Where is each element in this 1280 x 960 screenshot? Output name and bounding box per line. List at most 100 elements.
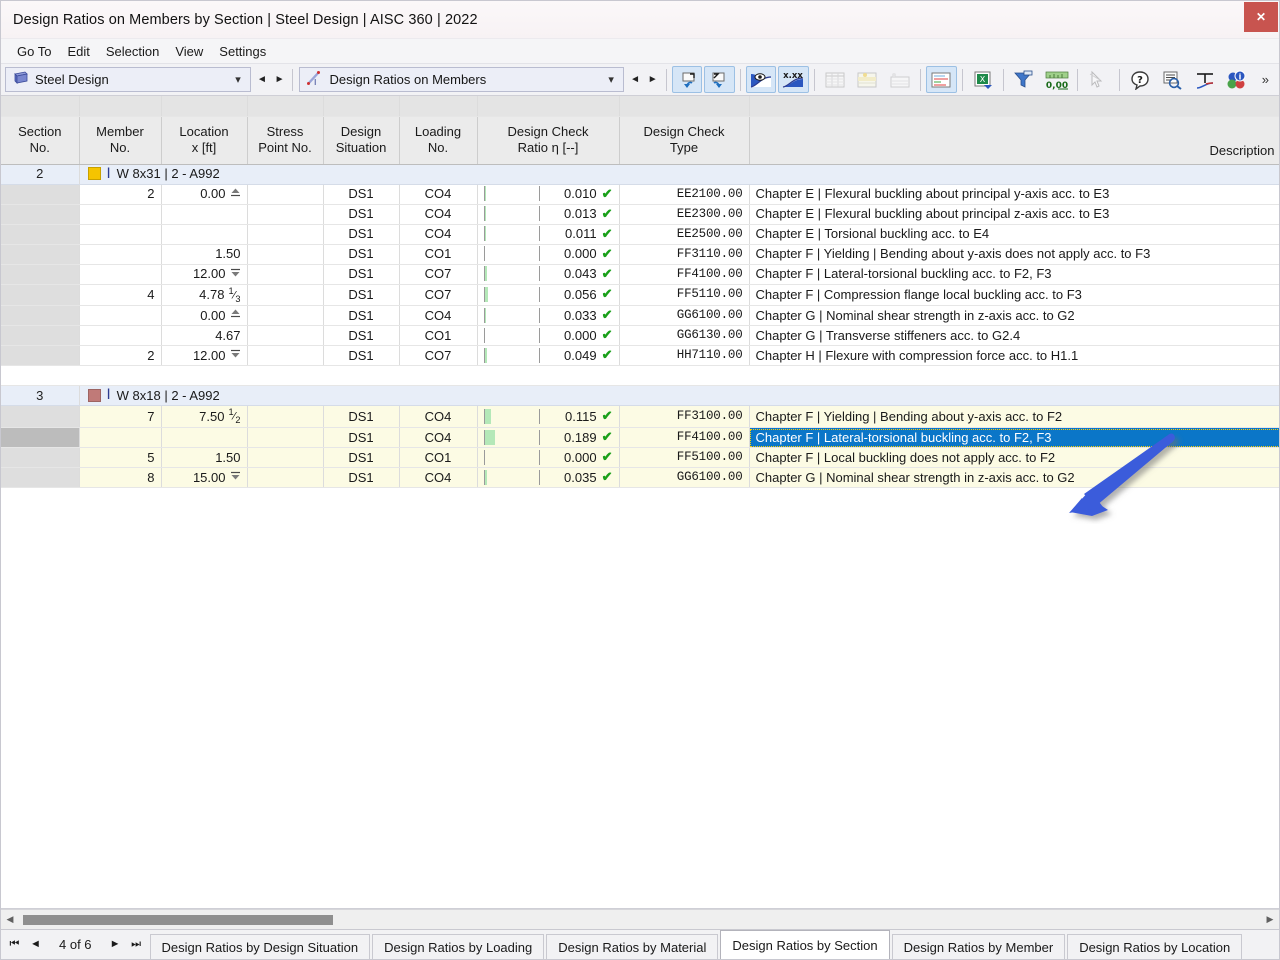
cell-loading-no[interactable]: CO4 [399, 467, 478, 489]
column-header-member_no[interactable]: Member No. [79, 116, 162, 165]
cell-stress-point-no[interactable] [247, 184, 324, 205]
column-header-check_type[interactable]: Design Check Type [619, 116, 750, 165]
table-row[interactable]: 0.00 DS1 CO4 0.033 ✔ GG6100.00 Chapter G | Nom… [1, 305, 1279, 327]
cell-stress-point-no[interactable] [247, 204, 324, 225]
cell-description[interactable]: Chapter F | Compression flange local buc… [749, 284, 1279, 307]
excel-export-icon[interactable]: X [968, 66, 999, 93]
cell-design-check-type[interactable]: GG6130.00 [619, 325, 750, 347]
cell-stress-point-no[interactable] [247, 264, 324, 285]
cell-description[interactable]: Chapter F | Lateral-torsional buckling a… [749, 427, 1279, 449]
close-button[interactable]: ✕ [1244, 2, 1278, 32]
row-gutter-cell[interactable] [1, 447, 80, 469]
cell-member-no[interactable] [79, 325, 162, 347]
column-header-location[interactable]: Location x [ft] [161, 116, 248, 165]
column-header-description[interactable]: Description [749, 116, 1279, 165]
decimal-places-icon[interactable]: 0,00 [1042, 66, 1073, 93]
table-row[interactable]: 4.67 DS1 CO1 0.000 ✔ GG6130.00 Chapter G | Tra… [1, 325, 1279, 347]
cell-description[interactable]: Chapter E | Torsional buckling acc. to E… [749, 224, 1279, 245]
cell-design-situation[interactable]: DS1 [323, 264, 400, 285]
table-row[interactable]: 1.50 DS1 CO1 0.000 ✔ FF3110.00 Chapter F | Yie… [1, 244, 1279, 265]
cell-design-situation[interactable]: DS1 [323, 284, 400, 307]
table-row[interactable]: 2 0.00 DS1 CO4 0.010 ✔ EE2100.00 Chapter E | Fl… [1, 184, 1279, 205]
cell-loading-no[interactable]: CO4 [399, 305, 478, 327]
table-filter-icon[interactable] [885, 66, 916, 93]
cell-stress-point-no[interactable] [247, 447, 324, 469]
table-row[interactable]: 7 7.50 1⁄2 DS1 CO4 0.115 ✔ FF3100.00 Chapter F |… [1, 405, 1279, 429]
menu-item-edit[interactable]: Edit [59, 42, 97, 61]
cell-loading-no[interactable]: CO1 [399, 325, 478, 347]
cell-description[interactable]: Chapter F | Local buckling does not appl… [749, 447, 1279, 469]
cell-design-situation[interactable]: DS1 [323, 204, 400, 225]
cell-loading-no[interactable]: CO1 [399, 244, 478, 265]
cell-design-ratio[interactable]: 0.035 ✔ [477, 467, 620, 489]
filter-funnel-icon[interactable] [1009, 66, 1040, 93]
cell-description[interactable]: Chapter F | Yielding | Bending about y-a… [749, 405, 1279, 429]
cell-description[interactable]: Chapter E | Flexural buckling about prin… [749, 184, 1279, 205]
cell-design-ratio[interactable]: 0.049 ✔ [477, 345, 620, 367]
chevron-down-icon-2[interactable]: ▾ [603, 73, 619, 86]
toolbar-overflow-button[interactable]: » [1254, 72, 1277, 87]
section-header-row[interactable]: 2 Ⅰ W 8x31 | 2 - A992 [1, 164, 1279, 185]
last-page-button[interactable]: ⏭ [127, 938, 146, 951]
cell-location[interactable]: 12.00 [161, 264, 248, 285]
cell-design-situation[interactable]: DS1 [323, 427, 400, 449]
cell-location[interactable]: 7.50 1⁄2 [161, 405, 248, 429]
cell-design-situation[interactable]: DS1 [323, 184, 400, 205]
scroll-left-arrow-icon[interactable]: ◀ [1, 914, 19, 925]
cell-design-ratio[interactable]: 0.000 ✔ [477, 447, 620, 469]
show-results-eye-icon[interactable] [745, 66, 777, 93]
module-prev-button[interactable]: ◄ [253, 67, 271, 92]
tab-design-ratios-by-design-situation[interactable]: Design Ratios by Design Situation [149, 934, 371, 959]
tab-design-ratios-by-member[interactable]: Design Ratios by Member [891, 934, 1066, 959]
cell-member-no[interactable] [79, 264, 162, 285]
cell-location[interactable] [161, 427, 248, 449]
find-magnifier-icon[interactable] [1157, 66, 1188, 93]
cell-stress-point-no[interactable] [247, 405, 324, 429]
row-gutter-cell[interactable] [1, 284, 80, 307]
cell-design-situation[interactable]: DS1 [323, 447, 400, 469]
cell-design-situation[interactable]: DS1 [323, 305, 400, 327]
cell-loading-no[interactable]: CO4 [399, 427, 478, 449]
table-row[interactable]: DS1 CO4 0.189 ✔ FF4100.00 Chapter F | Lateral… [1, 427, 1279, 449]
cell-design-check-type[interactable]: FF5110.00 [619, 284, 750, 307]
cell-location[interactable]: 4.78 1⁄3 [161, 284, 248, 307]
cell-member-no[interactable]: 5 [79, 447, 162, 469]
cell-design-check-type[interactable]: FF4100.00 [619, 427, 750, 449]
cell-description[interactable]: Chapter G | Transverse stiffeners acc. t… [749, 325, 1279, 347]
table-row[interactable]: 5 1.50 DS1 CO1 0.000 ✔ FF5100.00 Chapter F | Lo… [1, 447, 1279, 469]
menu-item-view[interactable]: View [167, 42, 211, 61]
table-row[interactable]: 12.00 DS1 CO7 0.043 ✔ FF4100.00 Chapter F | La… [1, 264, 1279, 285]
row-gutter-cell[interactable] [1, 405, 80, 429]
table-highlight-icon[interactable] [852, 66, 883, 93]
cell-description[interactable]: Chapter H | Flexure with compression for… [749, 345, 1279, 367]
chevron-down-icon[interactable]: ▾ [230, 73, 246, 86]
cell-member-no[interactable]: 7 [79, 405, 162, 429]
cell-location[interactable]: 1.50 [161, 244, 248, 265]
cell-loading-no[interactable]: CO4 [399, 405, 478, 429]
scroll-right-arrow-icon[interactable]: ▶ [1261, 914, 1279, 925]
cell-loading-no[interactable]: CO4 [399, 224, 478, 245]
row-gutter-cell[interactable] [1, 224, 80, 245]
cell-loading-no[interactable]: CO4 [399, 204, 478, 225]
help-question-icon[interactable]: ? [1125, 66, 1156, 93]
table-row[interactable]: 8 15.00 DS1 CO4 0.035 ✔ GG6100.00 Chapter G | N… [1, 467, 1279, 489]
cell-design-situation[interactable]: DS1 [323, 325, 400, 347]
column-header-loading_no[interactable]: Loading No. [399, 116, 478, 165]
cell-design-ratio[interactable]: 0.043 ✔ [477, 264, 620, 285]
cell-location[interactable] [161, 224, 248, 245]
cell-description[interactable]: Chapter G | Nominal shear strength in z-… [749, 305, 1279, 327]
cell-loading-no[interactable]: CO7 [399, 345, 478, 367]
cell-description[interactable]: Chapter G | Nominal shear strength in z-… [749, 467, 1279, 489]
cell-design-ratio[interactable]: 0.115 ✔ [477, 405, 620, 429]
cell-design-ratio[interactable]: 0.033 ✔ [477, 305, 620, 327]
cell-loading-no[interactable]: CO7 [399, 284, 478, 307]
cell-design-situation[interactable]: DS1 [323, 345, 400, 367]
module-combobox[interactable]: Steel Design ▾ [5, 67, 252, 92]
info-colors-icon[interactable]: i [1222, 66, 1253, 93]
column-header-design_sit[interactable]: Design Situation [323, 116, 400, 165]
row-gutter-cell[interactable] [1, 325, 80, 347]
cell-member-no[interactable]: 2 [79, 345, 162, 367]
cell-stress-point-no[interactable] [247, 467, 324, 489]
row-gutter-cell[interactable] [1, 305, 80, 327]
cell-design-situation[interactable]: DS1 [323, 467, 400, 489]
